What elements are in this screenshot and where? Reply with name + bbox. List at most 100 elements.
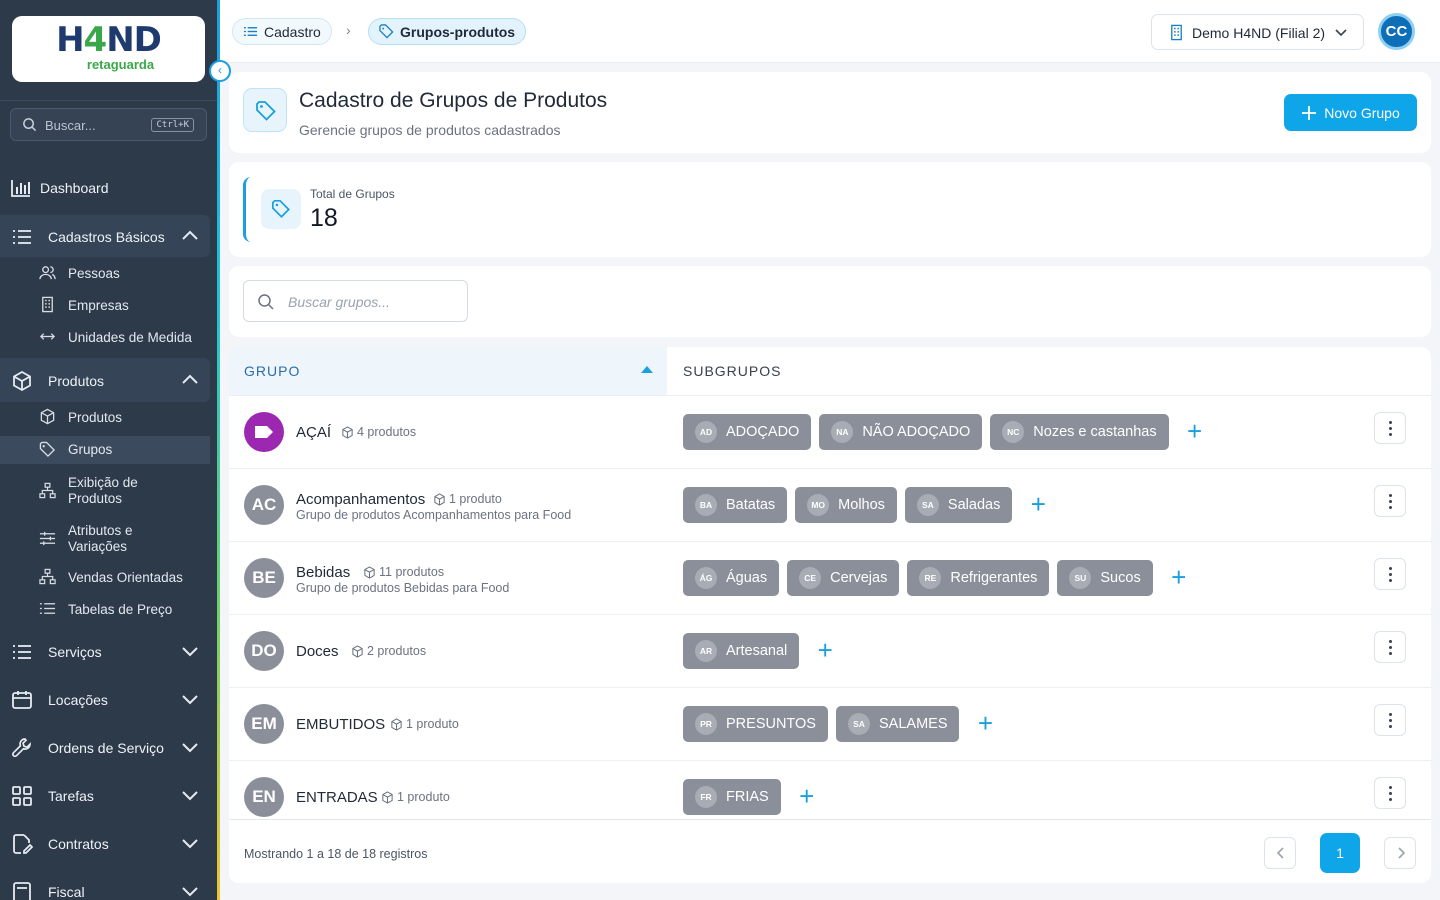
subgroup-name: NÃO ADOÇADO <box>862 424 971 440</box>
search-icon <box>258 294 274 310</box>
add-subgroup-button[interactable]: + <box>795 783 819 809</box>
row-actions-button[interactable] <box>1374 704 1406 736</box>
group-product-count: 1 produto <box>390 717 459 731</box>
breadcrumb-grupos[interactable]: Grupos-produtos <box>368 18 527 45</box>
nav-item-empresas[interactable]: Empresas <box>0 296 210 316</box>
pagination-info: Mostrando 1 a 18 de 18 registros <box>244 847 428 861</box>
subgroup-chip[interactable]: NA NÃO ADOÇADO <box>819 414 983 450</box>
subgroup-chip[interactable]: ÁG Águas <box>683 560 780 596</box>
nav-item-produtos[interactable]: Produtos <box>0 408 210 428</box>
subgroup-chip[interactable]: RE Refrigerantes <box>907 560 1050 596</box>
column-header-grupo[interactable]: GRUPO <box>229 347 667 395</box>
subgroup-chip[interactable]: MO Molhos <box>795 487 897 523</box>
branch-selector[interactable]: Demo H4ND (Filial 2) <box>1151 14 1364 50</box>
group-avatar: BE <box>244 558 284 598</box>
nav-item-label: Tabelas de Preço <box>68 602 173 617</box>
nav-section-label: Serviços <box>48 644 102 660</box>
nav-ordens-servico[interactable]: Ordens de Serviço <box>0 736 210 760</box>
more-vertical-icon <box>1389 421 1392 424</box>
add-subgroup-button[interactable]: + <box>973 710 997 736</box>
add-subgroup-button[interactable]: + <box>813 637 837 663</box>
table-row[interactable]: DO Doces 2 produtos AR Artesanal + <box>229 614 1431 687</box>
subgroup-chip[interactable]: FR FRIAS <box>683 779 781 815</box>
nav-item-atributos[interactable]: Atributos e Variações <box>0 522 210 556</box>
group-description: Grupo de produtos Bebidas para Food <box>296 581 510 595</box>
nav-item-exibicao[interactable]: Exibição de Produtos <box>0 474 210 508</box>
subgroup-chip[interactable]: SA SALAMES <box>835 706 960 742</box>
nav-item-vendas-orientadas[interactable]: Vendas Orientadas <box>0 568 210 588</box>
subgroup-list: ÁG Águas CE Cervejas RE Refrigerantes SU Sucos + <box>683 560 1191 596</box>
row-actions-button[interactable] <box>1374 558 1406 590</box>
subgroup-abbr: SA <box>916 494 939 516</box>
add-subgroup-button[interactable]: + <box>1167 564 1191 590</box>
subgroup-abbr: SU <box>1069 567 1092 589</box>
user-avatar[interactable]: CC <box>1378 13 1415 50</box>
collapse-sidebar-button[interactable]: ‹ <box>209 60 231 82</box>
subgroup-abbr: RE <box>919 567 942 589</box>
sitemap-icon <box>39 568 56 585</box>
group-name: ENTRADAS <box>296 789 378 806</box>
nav-item-pessoas[interactable]: Pessoas <box>0 264 210 284</box>
subgroup-chip[interactable]: AD ADOÇADO <box>683 414 812 450</box>
chevron-right-icon <box>1398 847 1406 859</box>
subgroup-chip[interactable]: CE Cervejas <box>787 560 900 596</box>
group-search-input[interactable]: Buscar grupos... <box>243 280 468 322</box>
subgroup-chip[interactable]: SA Saladas <box>904 487 1013 523</box>
table-row[interactable]: BE Bebidas 11 produtos Grupo de produtos Be… <box>229 541 1431 614</box>
nav-fiscal[interactable]: Fiscal <box>0 880 210 900</box>
stats-panel: Total de Grupos 18 <box>229 162 1431 257</box>
table-row[interactable]: AC Acompanhamentos 1 produto Grupo de produ… <box>229 468 1431 541</box>
nav-produtos[interactable]: Produtos <box>0 369 210 393</box>
add-subgroup-button[interactable]: + <box>1026 491 1050 517</box>
more-vertical-icon-dot <box>1389 646 1392 649</box>
subgroup-chip[interactable]: PR PRESUNTOS <box>683 706 828 742</box>
sidebar-search[interactable]: Buscar... Ctrl+K <box>10 108 207 141</box>
groups-table: GRUPO SUBGRUPOS AÇAÍ 4 produtos AD ADOÇADO N… <box>229 347 1431 883</box>
nav-cadastros-basicos[interactable]: Cadastros Básicos <box>0 225 210 249</box>
nav-item-label: Exibição de Produtos <box>68 475 138 506</box>
table-row[interactable]: EM EMBUTIDOS 1 produto PR PRESUNTOS SA SALAMES… <box>229 687 1431 760</box>
list-icon <box>13 230 31 244</box>
nav-item-unidades[interactable]: Unidades de Medida <box>0 328 210 348</box>
subgroup-chip[interactable]: SU Sucos <box>1057 560 1153 596</box>
subgroup-chip[interactable]: NC Nozes e castanhas <box>990 414 1169 450</box>
more-vertical-icon-dot <box>1389 792 1392 795</box>
row-actions-button[interactable] <box>1374 412 1406 444</box>
more-vertical-icon-dot <box>1389 427 1392 430</box>
nav-item-label: Unidades de Medida <box>68 330 192 345</box>
chevron-down-icon <box>182 647 198 657</box>
tag-icon <box>39 441 56 458</box>
sitemap-icon <box>39 482 56 499</box>
nav-tarefas[interactable]: Tarefas <box>0 784 210 808</box>
subgroup-chip[interactable]: BA Batatas <box>683 487 788 523</box>
nav-item-grupos[interactable]: Grupos <box>0 436 210 464</box>
page-1-button[interactable]: 1 <box>1320 833 1360 873</box>
breadcrumb-separator: › <box>346 22 351 38</box>
prev-page-button[interactable] <box>1264 837 1296 869</box>
branch-label: Demo H4ND (Filial 2) <box>1192 25 1326 41</box>
breadcrumb-cadastro[interactable]: Cadastro <box>232 18 332 45</box>
subgroup-name: Artesanal <box>726 643 788 659</box>
new-group-button[interactable]: Novo Grupo <box>1284 94 1417 131</box>
subgroup-chip[interactable]: AR Artesanal <box>683 633 800 669</box>
chevron-up-icon <box>182 374 198 384</box>
add-subgroup-button[interactable]: + <box>1183 418 1207 444</box>
table-footer: Mostrando 1 a 18 de 18 registros 1 <box>229 819 1431 883</box>
nav-item-tabelas-preco[interactable]: Tabelas de Preço <box>0 600 210 620</box>
nav-servicos[interactable]: Serviços <box>0 640 210 664</box>
chevron-down-icon <box>182 839 198 849</box>
next-page-button[interactable] <box>1384 837 1416 869</box>
nav-locacoes[interactable]: Locações <box>0 688 210 712</box>
nav-contratos[interactable]: Contratos <box>0 832 210 856</box>
row-actions-button[interactable] <box>1374 485 1406 517</box>
table-row[interactable]: AÇAÍ 4 produtos AD ADOÇADO NA NÃO ADOÇADO NC No… <box>229 395 1431 468</box>
breadcrumb-label: Cadastro <box>264 23 321 40</box>
nav-dashboard[interactable]: Dashboard <box>0 176 210 200</box>
row-actions-button[interactable] <box>1374 777 1406 809</box>
logo[interactable]: H4ND retaguarda <box>12 16 205 82</box>
row-actions-button[interactable] <box>1374 631 1406 663</box>
subgroup-name: Saladas <box>947 497 1001 513</box>
group-avatar: AC <box>244 485 284 525</box>
group-name: Acompanhamentos <box>296 491 426 508</box>
arrows-horizontal-icon <box>39 333 56 340</box>
